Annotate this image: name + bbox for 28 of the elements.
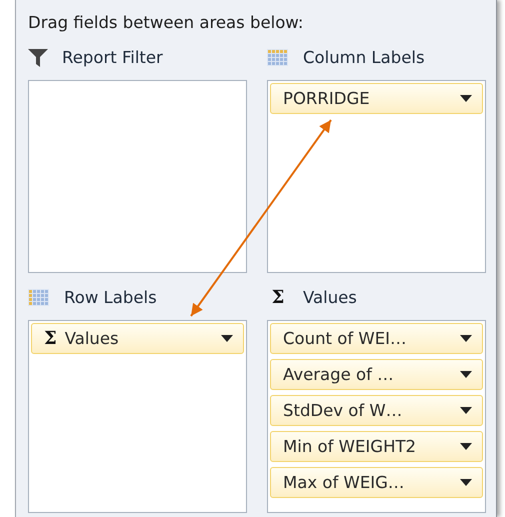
field-button[interactable]: PORRIDGE (270, 83, 483, 114)
dropdown-caret-icon (221, 335, 233, 342)
field-button[interactable]: Count of WEI… (270, 323, 483, 354)
area-label: Report Filter (62, 48, 163, 67)
sigma-icon: Σ (267, 287, 289, 308)
area-label: Row Labels (64, 288, 157, 307)
instructions-text: Drag fields between areas below: (28, 12, 304, 34)
columns-drop-area[interactable]: PORRIDGE (267, 80, 486, 273)
dropdown-caret-icon (460, 335, 472, 342)
dropdown-caret-icon (460, 407, 472, 414)
dropdown-caret-icon (460, 371, 472, 378)
dropdown-caret-icon (460, 479, 472, 486)
grid-icon (28, 288, 50, 306)
field-button[interactable]: Min of WEIGHT2 (270, 431, 483, 462)
field-button[interactable]: Average of … (270, 359, 483, 390)
dropdown-caret-icon (460, 95, 472, 102)
area-label: Column Labels (303, 48, 425, 67)
field-button[interactable]: Max of WEIG… (270, 467, 483, 498)
rows-drop-area[interactable]: Σ Values (28, 320, 247, 513)
area-label: Values (303, 288, 357, 307)
sigma-icon: Σ (44, 328, 57, 349)
grid-icon (267, 48, 289, 66)
filter-drop-area[interactable] (28, 80, 247, 273)
field-button[interactable]: StdDev of W… (270, 395, 483, 426)
funnel-icon (28, 48, 48, 66)
dropdown-caret-icon (460, 443, 472, 450)
values-drop-area[interactable]: Count of WEI… Average of … StdDev of W… Min of WEIGHT2 Max of WEIG… (267, 320, 486, 513)
field-button[interactable]: Σ Values (31, 323, 244, 354)
